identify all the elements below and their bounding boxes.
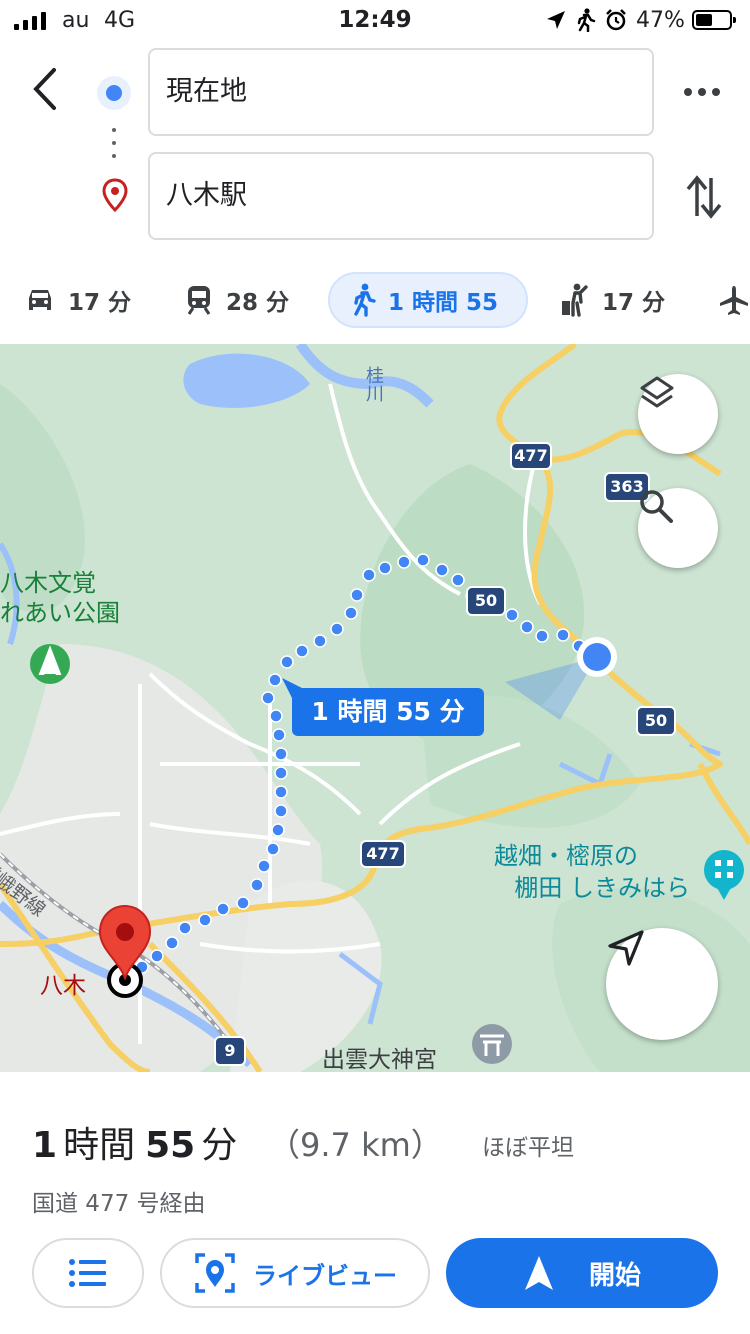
- search-icon: [640, 490, 673, 523]
- road-shield: 50: [466, 586, 506, 616]
- battery-percent: 47%: [636, 8, 685, 33]
- road-shield: 477: [510, 442, 552, 470]
- origin-dot-icon: [97, 76, 131, 110]
- road-shield: 477: [360, 840, 406, 868]
- terraced-fields-label: 越畑・樒原の 棚田 しきみはら: [494, 842, 690, 902]
- road-shield: 9: [214, 1036, 246, 1066]
- more-options-button[interactable]: [680, 80, 724, 104]
- battery-icon: [692, 10, 736, 30]
- mode-transit-time: 28 分: [226, 290, 290, 316]
- river-label: 桂川: [363, 366, 384, 402]
- route-via: 国道 477 号経由: [32, 1191, 206, 1217]
- route-dots-icon: [112, 128, 116, 162]
- shrine-label: 出雲大神宮: [322, 1047, 437, 1072]
- route-distance: （9.7 km）: [268, 1126, 443, 1164]
- mode-driving[interactable]: 17 分: [24, 272, 131, 328]
- mode-ride-hail[interactable]: 17 分: [560, 272, 665, 328]
- route-terrain: ほぼ平坦: [482, 1135, 574, 1161]
- steps-button[interactable]: [32, 1238, 144, 1308]
- mode-ride-hail-time: 17 分: [602, 290, 666, 316]
- mode-transit[interactable]: 28 分: [184, 272, 289, 328]
- start-navigation-button[interactable]: 開始: [446, 1238, 718, 1308]
- search-button[interactable]: [638, 488, 718, 568]
- list-icon: [69, 1259, 106, 1287]
- walking-icon: [354, 283, 376, 317]
- swap-button[interactable]: [682, 172, 726, 222]
- route-duration: 1 時間 55 分: [32, 1125, 238, 1166]
- live-view-button[interactable]: ライブビュー: [160, 1238, 430, 1308]
- plane-icon: [720, 286, 748, 315]
- travel-mode-tabs: 17 分 28 分 1 時間 55 17 分: [0, 262, 750, 344]
- mode-walking-time: 1 時間 55: [388, 290, 499, 316]
- back-arrow-icon: [33, 68, 56, 110]
- shrine-marker-icon: [472, 1024, 512, 1064]
- alarm-icon: [606, 9, 626, 31]
- back-button[interactable]: [22, 62, 70, 116]
- attraction-marker-icon: [704, 850, 744, 890]
- recenter-button[interactable]: [606, 928, 718, 1040]
- navigation-arrow-icon: [524, 1256, 553, 1290]
- status-bar: au 4G 12:49 47%: [0, 0, 750, 42]
- navigation-arrow-icon: [608, 930, 644, 966]
- destination-pin-icon: [102, 178, 128, 212]
- park-label: 八木文覚 れあい公園: [0, 569, 120, 627]
- walking-icon: [577, 8, 596, 32]
- map-view[interactable]: 477 363 50 50 477 9 桂川 八木文覚 れあい公園 越畑・樒原の棚…: [0, 344, 750, 1072]
- origin-input[interactable]: 現在地: [148, 48, 654, 136]
- live-view-label: ライブビュー: [253, 1261, 397, 1290]
- swap-arrows-icon: [686, 175, 722, 219]
- destination-input[interactable]: 八木駅: [148, 152, 654, 240]
- car-icon: [29, 290, 51, 310]
- mode-walking[interactable]: 1 時間 55: [328, 272, 528, 328]
- train-icon: [187, 286, 211, 315]
- town-label: 八木: [40, 973, 86, 999]
- ride-hail-icon: [562, 283, 588, 317]
- mode-driving-time: 17 分: [68, 290, 132, 316]
- road-shield: 50: [636, 706, 676, 736]
- live-view-icon: [195, 1253, 235, 1293]
- location-arrow-icon: [547, 11, 565, 29]
- start-label: 開始: [588, 1260, 641, 1291]
- mode-flight[interactable]: [718, 272, 750, 328]
- route-duration-callout[interactable]: 1 時間 55 分: [292, 688, 484, 736]
- route-summary-sheet: 1 時間 55 分 （9.7 km） ほぼ平坦 国道 477 号経由 ライブビュー 開…: [0, 1072, 750, 1334]
- layers-button[interactable]: [638, 374, 718, 454]
- layers-icon: [640, 376, 674, 408]
